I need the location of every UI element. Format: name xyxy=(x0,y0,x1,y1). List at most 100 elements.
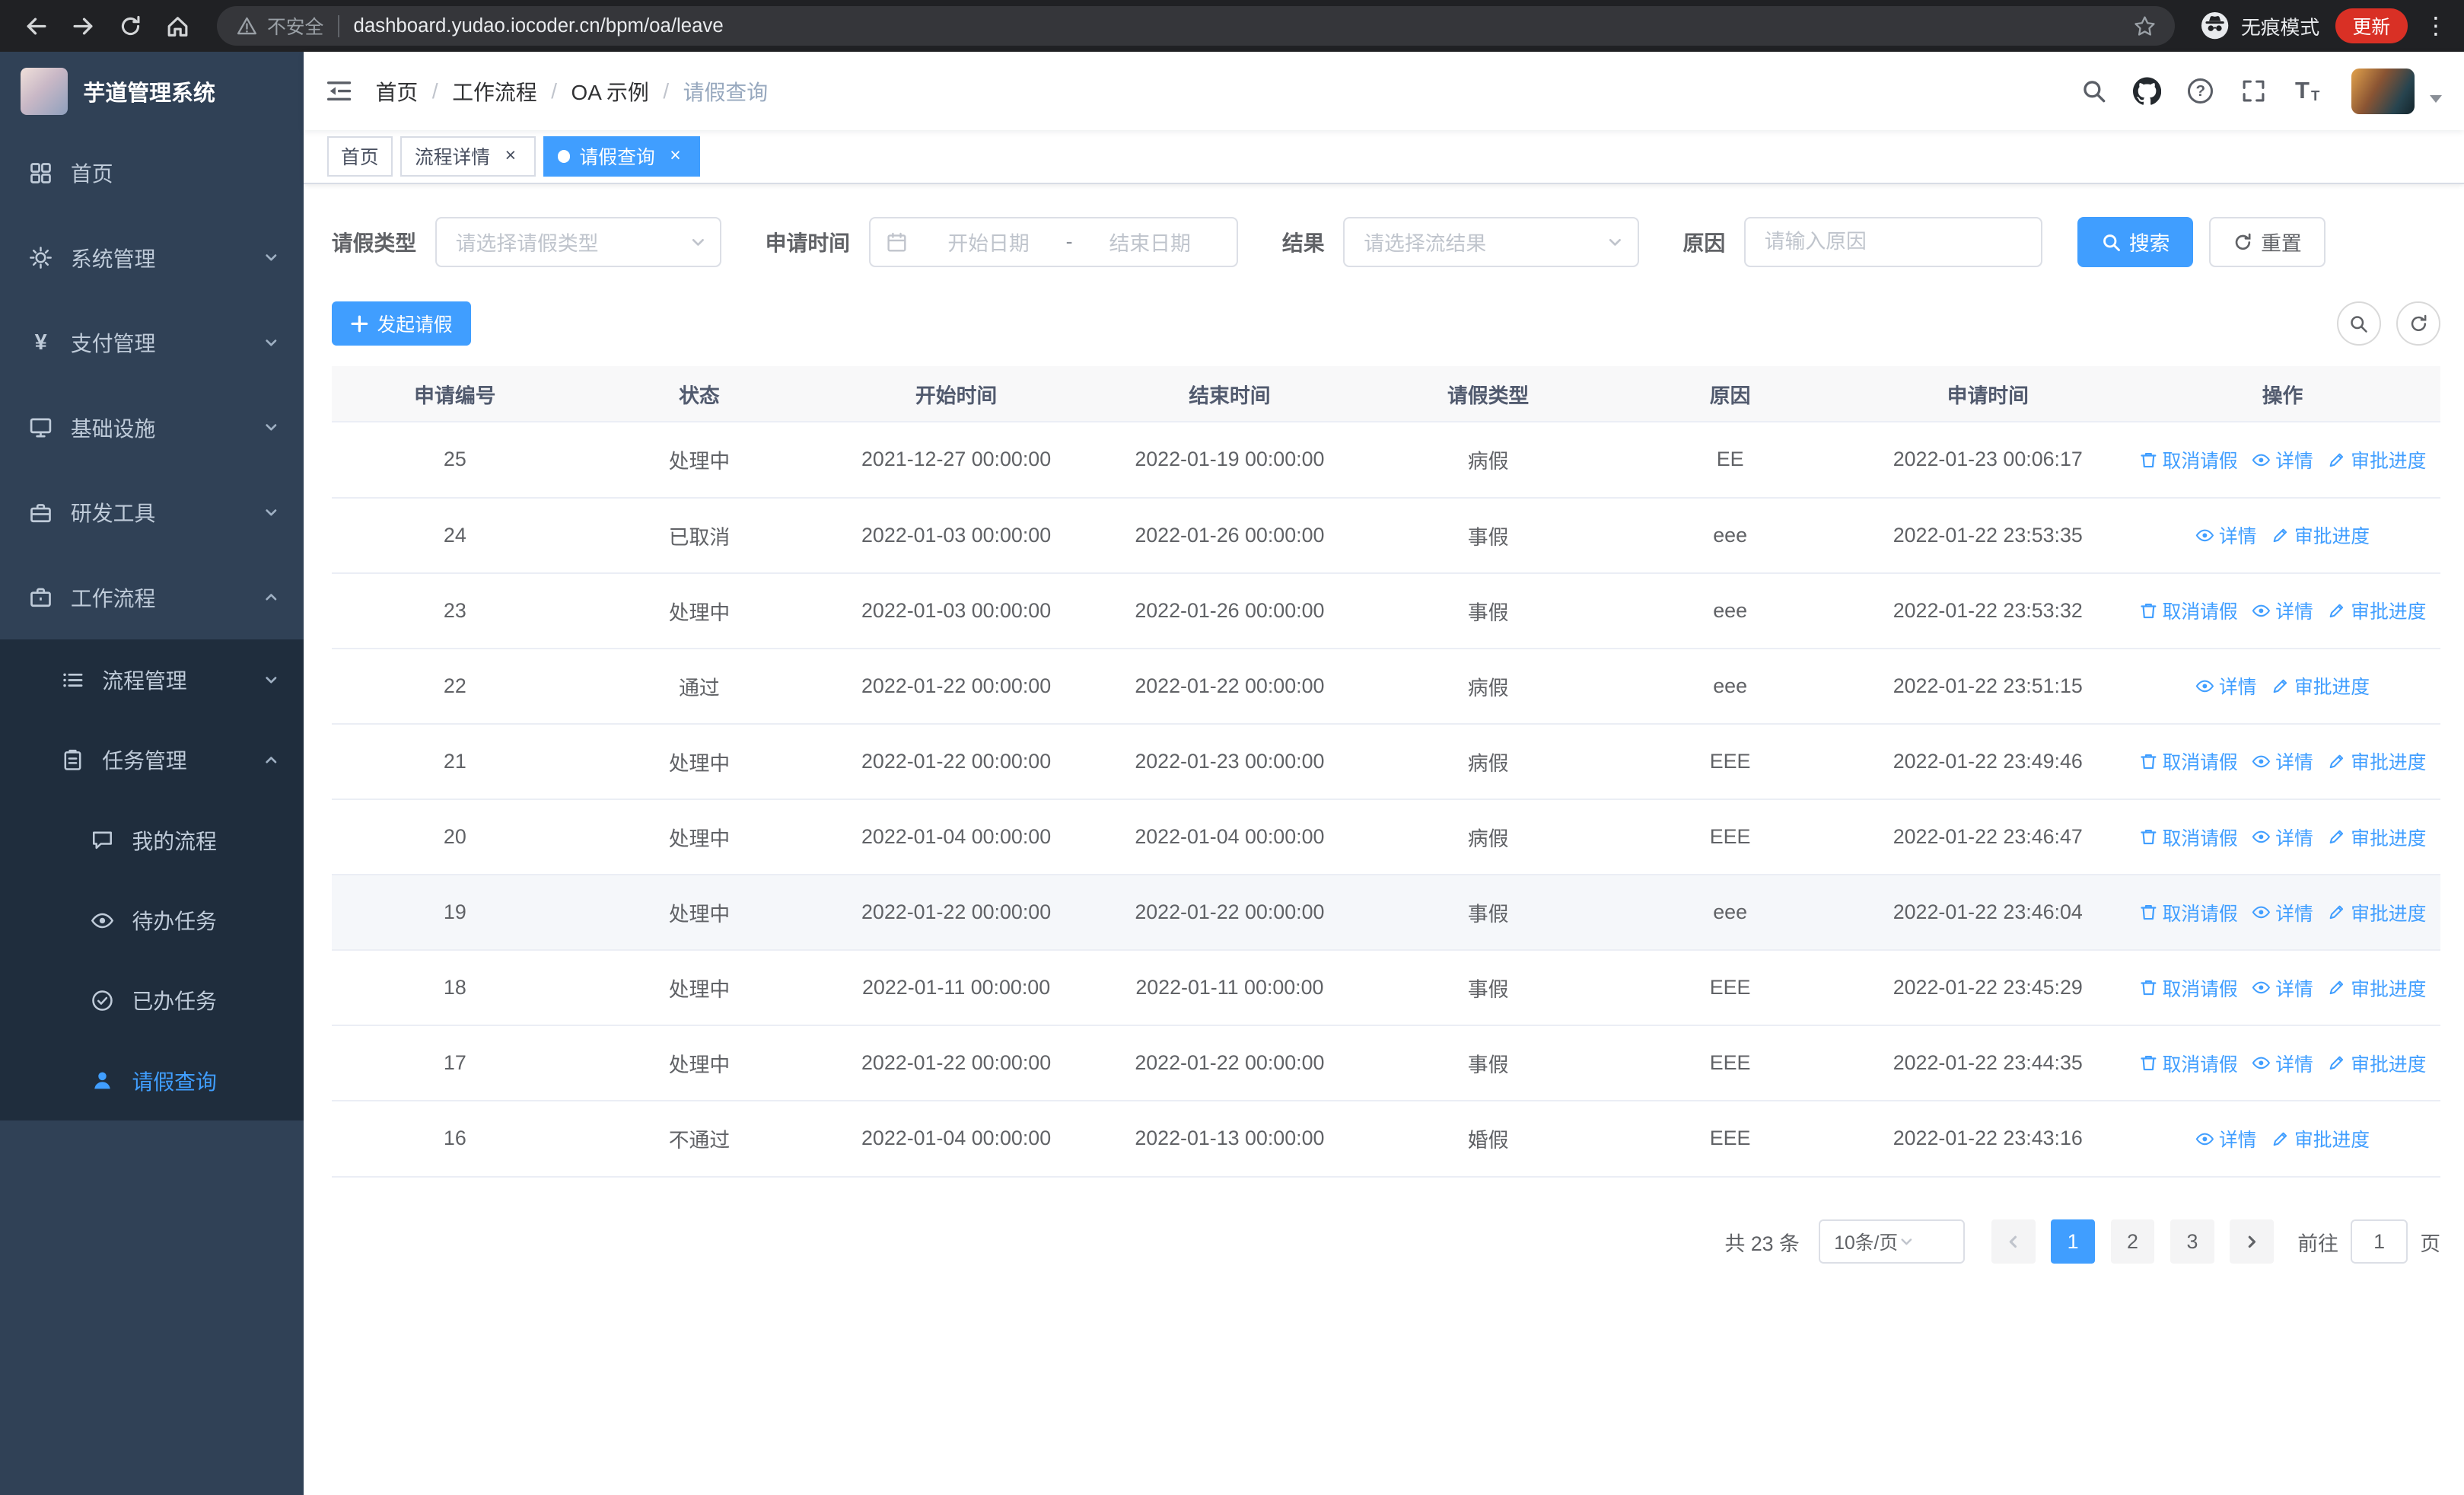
cancel-action-link[interactable]: 取消请假 xyxy=(2139,974,2238,1002)
progress-action-link[interactable]: 审批进度 xyxy=(2327,446,2426,473)
search-icon[interactable] xyxy=(2071,69,2115,113)
detail-action-link[interactable]: 详情 xyxy=(2252,824,2313,851)
progress-action-link[interactable]: 审批进度 xyxy=(2327,974,2426,1002)
calendar-icon xyxy=(886,231,908,253)
sidebar-item-home[interactable]: 首页 xyxy=(0,130,304,215)
action-label: 审批进度 xyxy=(2351,1054,2427,1076)
browser-menu-icon[interactable]: ⋮ xyxy=(2423,12,2448,40)
sidebar-item-todo-tasks[interactable]: 待办任务 xyxy=(0,880,304,960)
search-button[interactable]: 搜索 xyxy=(2077,216,2194,268)
tab-process-detail[interactable]: 流程详情 × xyxy=(400,135,536,177)
sidebar-item-system[interactable]: 系统管理 xyxy=(0,215,304,301)
table-cell: 2022-01-11 00:00:00 xyxy=(1135,976,1324,999)
detail-action-link[interactable]: 详情 xyxy=(2195,521,2256,549)
progress-action-link[interactable]: 审批进度 xyxy=(2327,824,2426,851)
breadcrumb-item[interactable]: OA 示例 xyxy=(571,76,649,107)
sidebar-toggle-icon[interactable] xyxy=(304,52,376,130)
cancel-action-link[interactable]: 取消请假 xyxy=(2139,597,2238,624)
page-button-2[interactable]: 2 xyxy=(2110,1219,2155,1264)
goto-page-input[interactable] xyxy=(2351,1219,2408,1264)
reason-input[interactable] xyxy=(1743,216,2043,268)
sidebar-item-my-process[interactable]: 我的流程 xyxy=(0,800,304,880)
detail-action-link[interactable]: 详情 xyxy=(2252,748,2313,775)
progress-action-link[interactable]: 审批进度 xyxy=(2327,748,2426,775)
detail-action-link[interactable]: 详情 xyxy=(2252,974,2313,1002)
close-icon[interactable]: × xyxy=(499,145,521,167)
sidebar-item-workflow[interactable]: 工作流程 xyxy=(0,555,304,640)
leave-type-select[interactable]: 请选择请假类型 xyxy=(435,216,721,268)
cancel-action-link[interactable]: 取消请假 xyxy=(2139,899,2238,926)
progress-action-link[interactable]: 审批进度 xyxy=(2271,521,2370,549)
home-icon[interactable] xyxy=(157,5,198,46)
breadcrumb-item[interactable]: 工作流程 xyxy=(452,76,536,107)
close-icon[interactable]: × xyxy=(664,145,686,167)
bookmark-star-icon[interactable] xyxy=(2133,14,2157,38)
table-cell: 已取消 xyxy=(668,525,731,549)
sidebar-item-done-tasks[interactable]: 已办任务 xyxy=(0,961,304,1041)
url-text[interactable]: dashboard.yudao.iocoder.cn/bpm/oa/leave xyxy=(353,15,2120,37)
help-icon[interactable]: ? xyxy=(2179,69,2223,113)
page-button-3[interactable]: 3 xyxy=(2170,1219,2214,1264)
prev-page-button[interactable] xyxy=(1991,1219,2036,1264)
avatar-caret-icon[interactable] xyxy=(2430,95,2443,103)
font-size-icon[interactable]: TT xyxy=(2285,69,2329,113)
sidebar-item-infra[interactable]: 基础设施 xyxy=(0,385,304,470)
table-cell: 病假 xyxy=(1467,676,1509,700)
table-row: 19 处理中 2022-01-22 00:00:00 2022-01-22 00:00… xyxy=(331,875,2441,952)
date-range-picker[interactable]: 开始日期 - 结束日期 xyxy=(868,216,1239,268)
detail-action-link[interactable]: 详情 xyxy=(2252,597,2313,624)
eye-icon xyxy=(2195,526,2214,545)
progress-action-link[interactable]: 审批进度 xyxy=(2271,672,2370,700)
sidebar-item-process-mgmt[interactable]: 流程管理 xyxy=(0,639,304,719)
table-cell: EEE xyxy=(1709,825,1751,849)
sidebar-item-task-mgmt[interactable]: 任务管理 xyxy=(0,720,304,800)
result-select[interactable]: 请选择流结果 xyxy=(1343,216,1639,268)
forward-icon[interactable] xyxy=(63,5,104,46)
detail-action-link[interactable]: 详情 xyxy=(2195,1125,2256,1152)
update-button[interactable]: 更新 xyxy=(2335,8,2408,43)
progress-action-link[interactable]: 审批进度 xyxy=(2327,597,2426,624)
cancel-action-link[interactable]: 取消请假 xyxy=(2139,446,2238,473)
sidebar-item-devtools[interactable]: 研发工具 xyxy=(0,470,304,555)
cancel-action-link[interactable]: 取消请假 xyxy=(2139,824,2238,851)
table-cell: 2022-01-22 00:00:00 xyxy=(1135,674,1325,697)
progress-action-link[interactable]: 审批进度 xyxy=(2327,899,2426,926)
breadcrumb-item[interactable]: 首页 xyxy=(376,76,419,107)
chevron-up-icon xyxy=(263,751,280,769)
next-page-button[interactable] xyxy=(2230,1219,2275,1264)
eye-icon xyxy=(2252,978,2271,997)
cancel-action-link[interactable]: 取消请假 xyxy=(2139,748,2238,775)
site-security-indicator[interactable]: 不安全 xyxy=(236,12,323,40)
reload-icon[interactable] xyxy=(110,5,151,46)
page-button-1[interactable]: 1 xyxy=(2051,1219,2095,1264)
refresh-table-icon[interactable] xyxy=(2396,301,2441,346)
address-bar[interactable]: 不安全 dashboard.yudao.iocoder.cn/bpm/oa/le… xyxy=(216,6,2176,46)
sidebar-item-payment[interactable]: ¥ 支付管理 xyxy=(0,300,304,385)
detail-action-link[interactable]: 详情 xyxy=(2252,1050,2313,1077)
reset-button[interactable]: 重置 xyxy=(2209,216,2326,268)
row-actions: 取消请假 详情 审批进度 xyxy=(2125,748,2440,775)
avatar[interactable] xyxy=(2351,68,2415,114)
sidebar-item-leave-query[interactable]: 请假查询 xyxy=(0,1041,304,1120)
chevron-down-icon xyxy=(263,504,280,521)
back-icon[interactable] xyxy=(16,5,57,46)
progress-action-link[interactable]: 审批进度 xyxy=(2327,1050,2426,1077)
table-cell: eee xyxy=(1713,901,1747,924)
detail-action-link[interactable]: 详情 xyxy=(2252,899,2313,926)
page-size-select[interactable]: 10条/页 xyxy=(1818,1219,1965,1264)
sidebar-item-label: 待办任务 xyxy=(132,909,217,933)
tab-leave-query[interactable]: 请假查询 × xyxy=(543,135,701,177)
cancel-action-link[interactable]: 取消请假 xyxy=(2139,1050,2238,1077)
toggle-search-icon[interactable] xyxy=(2336,301,2381,346)
create-leave-button[interactable]: 发起请假 xyxy=(331,301,472,346)
detail-action-link[interactable]: 详情 xyxy=(2195,672,2256,700)
table-cell: EEE xyxy=(1709,749,1751,773)
fullscreen-icon[interactable] xyxy=(2232,69,2276,113)
table-header-row: 申请编号 状态 开始时间 结束时间 请假类型 原因 申请时间 操作 xyxy=(331,366,2441,423)
detail-action-link[interactable]: 详情 xyxy=(2252,446,2313,473)
tab-home[interactable]: 首页 xyxy=(326,135,393,177)
progress-action-link[interactable]: 审批进度 xyxy=(2271,1125,2370,1152)
github-icon[interactable] xyxy=(2125,69,2170,113)
table-cell: 2022-01-23 00:00:00 xyxy=(1135,749,1325,773)
eye-icon xyxy=(2252,1054,2271,1073)
